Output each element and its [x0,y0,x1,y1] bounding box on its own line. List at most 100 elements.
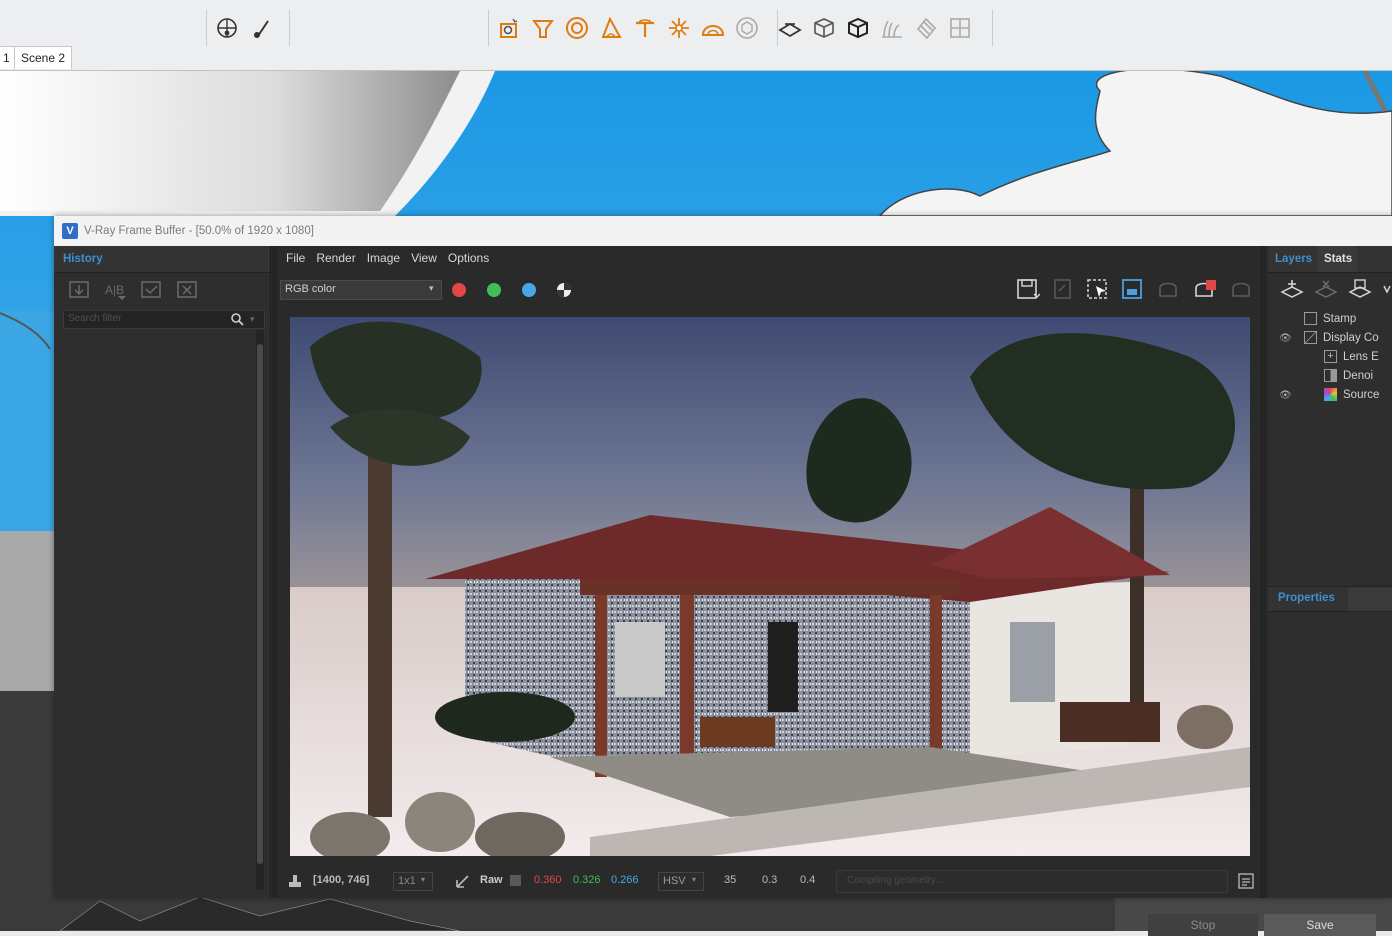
clear-image-icon[interactable] [1051,278,1075,305]
green-channel-toggle[interactable] [487,283,501,297]
history-search-field[interactable]: Search filter ▾ [63,310,265,329]
color-swatch [510,875,521,886]
render-toolbar [1016,278,1256,305]
delete-layer-icon[interactable] [1314,278,1338,305]
interactive-render-icon[interactable] [1121,278,1145,305]
layer-label: Display Co [1323,332,1379,344]
spot-light-icon[interactable] [597,14,625,42]
menu-render[interactable]: Render [316,251,355,265]
chevron-down-icon: ▾ [692,875,697,884]
history-remove-icon[interactable] [176,280,198,305]
eye-icon[interactable]: 👁 [1279,386,1292,405]
stop-render-icon[interactable] [1193,278,1219,305]
display-correction-icon [1304,331,1317,345]
properties-tab-bg [1348,587,1392,611]
proxy-import-icon[interactable] [844,14,872,42]
tab-layers[interactable]: Layers [1275,253,1312,265]
blue-channel-toggle[interactable] [522,283,536,297]
svg-text:A|B: A|B [105,283,124,297]
history-search-placeholder: Search filter [68,313,122,324]
layers-splitter[interactable] [1260,246,1266,898]
layer-label: Stamp [1323,313,1357,325]
search-dropdown-icon[interactable]: ▾ [250,314,255,325]
color-space-select[interactable]: HSV ▾ [658,872,704,891]
history-ab-compare-icon[interactable]: A|B [104,280,126,305]
rect-light-icon[interactable] [529,14,557,42]
menu-options[interactable]: Options [448,251,489,265]
layer-row-stamp[interactable]: Stamp [1268,310,1392,329]
mesh-light-icon[interactable] [733,14,761,42]
search-icon[interactable] [230,312,244,331]
proxy-export-icon[interactable] [810,14,838,42]
eye-icon[interactable]: 👁 [1279,329,1292,348]
chevron-down-icon: ▾ [421,875,426,884]
sketchup-toolbar [0,0,1392,47]
scene-tab-2[interactable]: Scene 2 [14,46,73,69]
dome-light-icon[interactable] [699,14,727,42]
omni-light-icon[interactable] [665,14,693,42]
chevron-down-icon: ▾ [429,283,434,293]
vray-logo-icon: V [62,223,78,239]
layer-row-denoiser[interactable]: Denoi [1268,367,1392,386]
history-save-icon[interactable] [68,280,90,305]
save-button[interactable]: Save [1264,914,1376,936]
zoom-select[interactable]: 1x1 ▾ [393,872,433,891]
pin-cursor-icon[interactable] [287,873,303,894]
properties-header: Properties [1268,586,1392,612]
mesh-clipper-icon[interactable] [946,14,974,42]
log-icon[interactable] [1238,873,1254,894]
toolbar-group-camera [206,10,290,46]
layers-more-icon[interactable] [1382,278,1392,305]
layer-label: Source [1343,389,1380,401]
vfb-title-bar[interactable]: V V-Ray Frame Buffer - [50.0% of 1920 x … [54,216,1392,246]
menu-image[interactable]: Image [367,251,400,265]
color-picker-icon[interactable] [454,872,472,895]
mono-channel-icon[interactable] [556,282,572,303]
infinite-plane-icon[interactable] [776,14,804,42]
layers-tab-bar: Layers Stats [1268,246,1392,273]
layers-panel: Layers Stats Stamp 👁 Display Co + Lens E [1268,246,1392,898]
toolbar-group-vray-objects [770,10,993,46]
light-gen-icon[interactable] [495,14,523,42]
sphere-light-icon[interactable] [563,14,591,42]
render-teapot-disabled-icon[interactable] [1156,278,1182,305]
layer-row-source[interactable]: 👁 Source [1268,386,1392,405]
vfb-menu-bar: File Render Image View Options [286,251,500,265]
region-render-icon[interactable] [1086,278,1110,305]
add-layer-icon[interactable] [1280,278,1304,305]
history-load-icon[interactable] [140,280,162,305]
render-progress-bar: Compiling geometry... [836,870,1228,893]
render-image[interactable] [290,317,1250,856]
fur-icon[interactable] [878,14,906,42]
history-splitter[interactable] [272,246,278,898]
stop-button[interactable]: Stop [1148,914,1258,936]
layer-row-lens-effects[interactable]: + Lens E [1268,348,1392,367]
layer-row-display-correction[interactable]: 👁 Display Co [1268,329,1392,348]
properties-title: Properties [1278,592,1335,604]
vfb-body: History A|B Search filter ▾ File Render [54,246,1392,898]
scatter-icon[interactable] [912,14,940,42]
scene-tab-bar: 1 Scene 2 [0,46,1392,71]
save-layers-icon[interactable] [1348,278,1372,305]
history-header: History [54,246,270,273]
history-toolbar: A|B [68,280,198,305]
progress-text: Compiling geometry... [847,875,944,886]
scene-tab-1[interactable]: 1 [0,46,15,69]
menu-view[interactable]: View [411,251,437,265]
layers-toolbar [1280,278,1392,305]
history-scrollbar-thumb[interactable] [257,344,263,864]
toolbar-group-vray-lights [488,10,778,46]
blue-value: 0.266 [611,874,639,886]
raw-toggle[interactable]: Raw [480,874,503,886]
position-camera-icon[interactable] [213,14,241,42]
denoiser-icon [1324,369,1337,383]
look-around-icon[interactable] [247,14,275,42]
tab-stats[interactable]: Stats [1324,253,1352,265]
start-render-icon[interactable] [1230,278,1256,305]
save-image-icon[interactable] [1016,278,1041,305]
red-channel-toggle[interactable] [452,283,466,297]
ies-light-icon[interactable] [631,14,659,42]
channel-select[interactable]: RGB color ▾ [280,280,442,300]
history-scrollbar[interactable] [256,330,264,890]
menu-file[interactable]: File [286,251,305,265]
